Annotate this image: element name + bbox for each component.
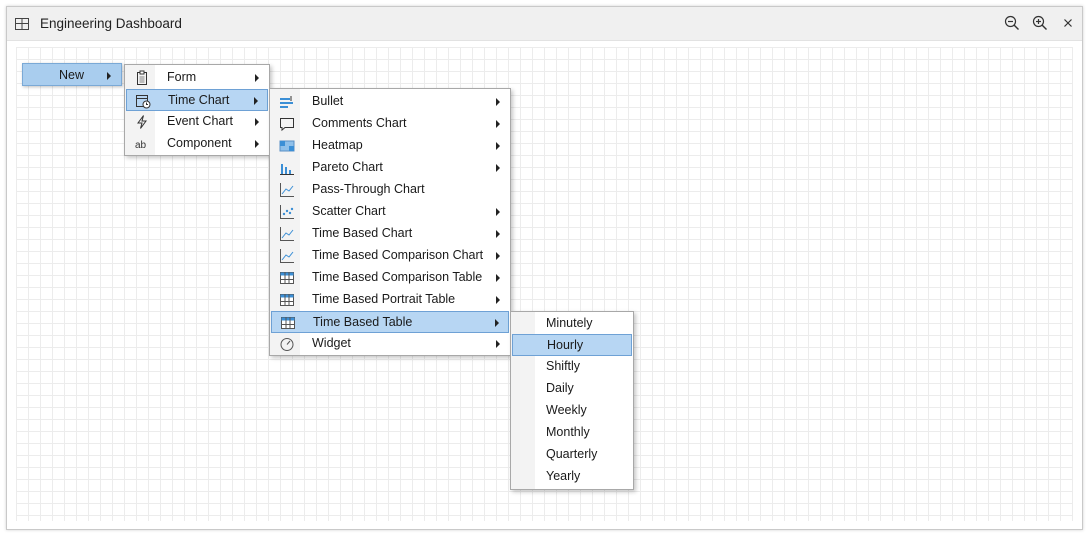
line-chart-icon: [279, 248, 295, 264]
chevron-right-icon: [496, 230, 500, 238]
zoom-out-icon[interactable]: [1004, 15, 1020, 31]
chevron-right-icon: [107, 72, 111, 80]
menu-item-shiftly[interactable]: Shiftly: [512, 356, 632, 378]
menu-item-event-chart[interactable]: Event Chart: [126, 111, 268, 133]
time-chart-menu: Bullet Comments Chart Heatmap Pareto Cha…: [269, 88, 511, 356]
chevron-right-icon: [495, 319, 499, 327]
menu-item-time-based-table[interactable]: Time Based Table: [271, 311, 509, 333]
pareto-icon: [279, 160, 295, 176]
chevron-right-icon: [496, 252, 500, 260]
menu-item-comments-chart[interactable]: Comments Chart: [271, 113, 509, 135]
chevron-right-icon: [496, 274, 500, 282]
title-bar: Engineering Dashboard: [7, 7, 1082, 41]
clipboard-icon: [134, 70, 150, 86]
chevron-right-icon: [496, 142, 500, 150]
menu-item-component[interactable]: ab Component: [126, 133, 268, 155]
chevron-right-icon: [255, 74, 259, 82]
line-chart-icon: [279, 226, 295, 242]
comment-icon: [279, 116, 295, 132]
close-icon[interactable]: [1060, 15, 1076, 31]
window-title: Engineering Dashboard: [40, 16, 182, 31]
chevron-right-icon: [496, 164, 500, 172]
chevron-right-icon: [255, 140, 259, 148]
menu-item-pass-through-chart[interactable]: Pass-Through Chart: [271, 179, 509, 201]
menu-item-widget[interactable]: Widget: [271, 333, 509, 355]
lightning-icon: [134, 114, 150, 130]
table-icon: [279, 270, 295, 286]
table-icon: [280, 315, 296, 331]
menu-item-heatmap[interactable]: Heatmap: [271, 135, 509, 157]
line-chart-icon: [279, 182, 295, 198]
text-ab-icon: ab: [134, 136, 150, 152]
menu-item-weekly[interactable]: Weekly: [512, 400, 632, 422]
menu-item-form[interactable]: Form: [126, 67, 268, 89]
new-button[interactable]: New: [22, 63, 122, 86]
menu-item-time-based-comparison-chart[interactable]: Time Based Comparison Chart: [271, 245, 509, 267]
chevron-right-icon: [496, 296, 500, 304]
zoom-in-icon[interactable]: [1032, 15, 1048, 31]
chevron-right-icon: [496, 120, 500, 128]
chevron-right-icon: [496, 340, 500, 348]
svg-text:ab: ab: [135, 140, 147, 151]
chevron-right-icon: [254, 97, 258, 105]
table-icon: [279, 292, 295, 308]
menu-item-daily[interactable]: Daily: [512, 378, 632, 400]
time-based-table-menu: Minutely Hourly Shiftly Daily Weekly Mon…: [510, 311, 634, 490]
menu-item-time-based-chart[interactable]: Time Based Chart: [271, 223, 509, 245]
menu-item-hourly[interactable]: Hourly: [512, 334, 632, 356]
calendar-clock-icon: [135, 93, 151, 109]
menu-item-quarterly[interactable]: Quarterly: [512, 444, 632, 466]
chevron-right-icon: [496, 208, 500, 216]
bullet-chart-icon: [279, 94, 295, 110]
menu-item-bullet[interactable]: Bullet: [271, 91, 509, 113]
menu-item-time-chart[interactable]: Time Chart: [126, 89, 268, 111]
chevron-right-icon: [255, 118, 259, 126]
menu-item-pareto-chart[interactable]: Pareto Chart: [271, 157, 509, 179]
menu-item-monthly[interactable]: Monthly: [512, 422, 632, 444]
menu-item-scatter-chart[interactable]: Scatter Chart: [271, 201, 509, 223]
menu-item-minutely[interactable]: Minutely: [512, 313, 632, 335]
gauge-icon: [279, 336, 295, 352]
menu-item-time-based-comparison-table[interactable]: Time Based Comparison Table: [271, 267, 509, 289]
grid-icon: [15, 17, 29, 31]
heatmap-icon: [279, 138, 295, 154]
new-button-label: New: [59, 68, 85, 82]
new-menu: Form Time Chart Event Chart ab Component: [124, 64, 270, 156]
menu-item-yearly[interactable]: Yearly: [512, 466, 632, 488]
chevron-right-icon: [496, 98, 500, 106]
menu-item-time-based-portrait-table[interactable]: Time Based Portrait Table: [271, 289, 509, 311]
scatter-icon: [279, 204, 295, 220]
